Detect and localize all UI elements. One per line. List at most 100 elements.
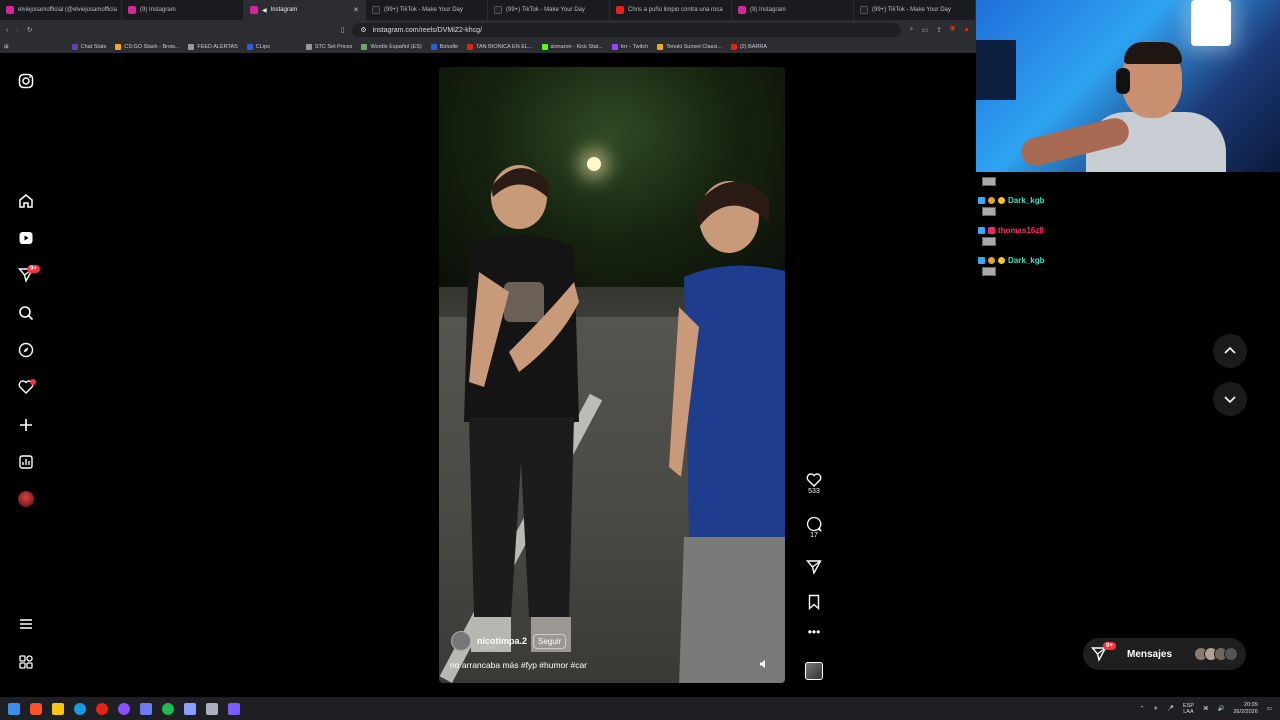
author-avatar[interactable]: [451, 631, 471, 651]
webcam-lamp: [1191, 0, 1231, 46]
audio-label[interactable]: olibatt: [481, 645, 497, 651]
audio-thumbnail[interactable]: [800, 662, 828, 680]
bookmark-favicon: [541, 43, 548, 50]
close-icon[interactable]: ✕: [353, 6, 359, 14]
share-button[interactable]: [800, 559, 828, 575]
chevron-down-icon: [1224, 396, 1236, 404]
bookmark[interactable]: TAN BIONICA EN EL...: [467, 43, 533, 50]
back-icon[interactable]: ‹: [6, 27, 8, 34]
browser-tab[interactable]: (99+) TikTok - Make Your Day: [366, 0, 488, 20]
url-field[interactable]: ⚙ instagram.com/reels/DVMiZ2-khcg/: [352, 23, 902, 37]
share-icon[interactable]: ⇪: [936, 26, 942, 34]
messages-button[interactable]: 9+ Mensajes: [1083, 638, 1246, 670]
messages-badge: 9+: [1103, 642, 1116, 650]
reel-video[interactable]: nicotimpa.2 Seguir olibatt no arrancaba …: [439, 67, 785, 683]
instagram-logo-icon[interactable]: [16, 71, 36, 91]
bookmark[interactable]: CS:GO Stash - Brow...: [115, 43, 179, 50]
app-icon[interactable]: [184, 702, 196, 715]
more-options-icon[interactable]: •••: [800, 626, 828, 638]
video-person-right: [669, 181, 785, 683]
save-button[interactable]: [800, 594, 828, 610]
browser-tab[interactable]: (99+) TikTok - Make Your Day: [488, 0, 610, 20]
system-tray: ⌃ ✈ 🎤 ESP LAA ⌘ 🔊 20:09 26/2/2026 ▭: [1140, 697, 1272, 720]
reel-caption: no arrancaba más #fyp #humor #car: [450, 660, 588, 670]
browser-tab[interactable]: (9) Instagram: [732, 0, 854, 20]
create-plus-icon[interactable]: [16, 415, 36, 435]
notification-dot: [30, 379, 36, 385]
browser-tab[interactable]: elviejosamofficial (@elviejosamofficia: [0, 0, 122, 20]
notifications-icon[interactable]: ▭: [1267, 706, 1272, 712]
dashboard-icon[interactable]: [16, 452, 36, 472]
apps-icon[interactable]: ⊞: [4, 44, 9, 50]
bookmark-label: STC Set Prices: [314, 43, 353, 50]
comment-button[interactable]: 17: [800, 516, 828, 539]
threads-apps-icon[interactable]: [16, 652, 36, 672]
tray-chevron-icon[interactable]: ⌃: [1140, 706, 1145, 712]
bookmark-favicon: [611, 43, 618, 50]
bookmark[interactable]: (2) BARRA: [730, 43, 767, 50]
home-icon[interactable]: [16, 191, 36, 211]
mute-icon[interactable]: [757, 657, 771, 671]
previous-reel-button[interactable]: [1213, 334, 1247, 368]
profile-avatar[interactable]: [16, 489, 36, 509]
volume-icon[interactable]: 🔊: [1217, 706, 1224, 712]
follow-button[interactable]: Seguir: [533, 633, 567, 649]
bookmark-label: Tenuki Sunset Classi...: [666, 43, 722, 50]
file-explorer-icon[interactable]: [52, 702, 64, 715]
app-icon[interactable]: [140, 702, 152, 715]
brave-rewards-icon[interactable]: ▲: [963, 26, 970, 34]
bookmark[interactable]: FEED ALERTAS: [188, 43, 238, 50]
like-button[interactable]: 533: [800, 472, 828, 495]
search-icon[interactable]: [16, 303, 36, 323]
reload-icon[interactable]: ↻: [27, 26, 33, 34]
bookmark-icon[interactable]: ▯: [341, 26, 345, 34]
bookmark[interactable]: Tenuki Sunset Classi...: [657, 43, 722, 50]
bookmark[interactable]: Boludle: [430, 43, 458, 50]
chat-username[interactable]: Dark_kgb: [1008, 196, 1044, 205]
message-avatars: [1194, 647, 1238, 661]
sidebar-toggle-icon[interactable]: ▭: [921, 26, 928, 34]
language-indicator[interactable]: ESP LAA: [1183, 703, 1194, 715]
more-menu-icon[interactable]: [16, 614, 36, 634]
browser-tab[interactable]: Chris a puño limpio contra una roca: [610, 0, 732, 20]
bookmark[interactable]: Wordle Español (ES): [361, 43, 422, 50]
chat-username[interactable]: Dark_kgb: [1008, 256, 1044, 265]
tray-app-icon[interactable]: ✈: [1153, 706, 1158, 712]
windows-start-icon[interactable]: [8, 702, 20, 715]
bookmark[interactable]: STC Set Prices: [305, 43, 353, 50]
webcam-streamer-hair: [1124, 42, 1182, 64]
bookmark[interactable]: trrr - Twitch: [611, 43, 648, 50]
reels-icon[interactable]: [16, 228, 36, 248]
speaker-icon: ◀: [262, 7, 267, 14]
explore-icon[interactable]: [16, 340, 36, 360]
brave-browser-icon[interactable]: [30, 702, 42, 715]
next-reel-button[interactable]: [1213, 382, 1247, 416]
obs-icon[interactable]: [118, 702, 130, 715]
tray-mic-icon[interactable]: 🎤: [1167, 706, 1174, 712]
chrome-icon[interactable]: [96, 702, 108, 715]
bookmark-label: TAN BIONICA EN EL...: [476, 43, 533, 50]
comment-icon: [806, 516, 822, 532]
brave-shield-icon[interactable]: ⛨: [950, 26, 955, 34]
chat-emote: [982, 177, 996, 186]
browser-tab[interactable]: (9) Instagram: [122, 0, 244, 20]
app-icon[interactable]: [206, 702, 218, 715]
tiktok-tab-icon: [494, 6, 502, 14]
steam-icon[interactable]: [74, 702, 86, 715]
bookmark[interactable]: CLips: [246, 43, 270, 50]
spotify-icon[interactable]: [162, 702, 174, 715]
bookmark-favicon: [71, 43, 78, 50]
messages-label: Mensajes: [1127, 648, 1173, 660]
webcam-monitor: [976, 40, 1016, 100]
browser-tab-active[interactable]: ◀ Instagram ✕: [244, 0, 366, 20]
browser-tab[interactable]: (99+) TikTok - Make Your Day: [854, 0, 976, 20]
forward-icon[interactable]: ›: [16, 27, 18, 34]
app-icon[interactable]: [228, 702, 240, 715]
bookmark[interactable]: sionaron - Kick Stat...: [541, 43, 603, 50]
network-icon[interactable]: ⌘: [1203, 706, 1209, 712]
chat-username[interactable]: thomas16z8: [998, 226, 1044, 235]
bookmark[interactable]: Chat Stats: [71, 43, 106, 50]
screen: elviejosamofficial (@elviejosamofficia (…: [0, 0, 1280, 720]
clock[interactable]: 20:09 26/2/2026: [1233, 702, 1257, 716]
zoom-icon[interactable]: ⌕: [909, 26, 913, 34]
